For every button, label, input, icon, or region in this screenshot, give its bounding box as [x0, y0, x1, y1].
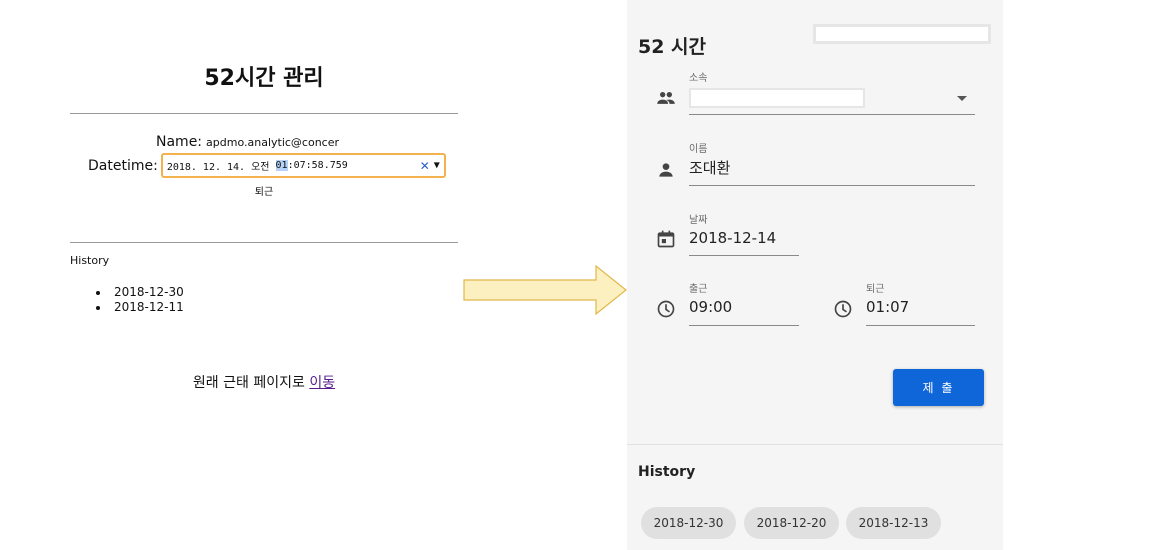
old-attendance-page: 52시간 관리 Name: apdmo.analytic@concer Datet… [0, 0, 530, 550]
group-select[interactable] [689, 88, 865, 108]
leave-button-label[interactable]: 퇴근 [70, 183, 458, 198]
divider [627, 444, 1003, 445]
top-text-field[interactable] [813, 24, 991, 44]
old-page-title: 52시간 관리 [204, 66, 324, 91]
end-time-underline [866, 325, 975, 326]
date-value: 2018-12-14 [689, 229, 777, 247]
clear-icon[interactable]: ✕ [420, 159, 430, 173]
datetime-row: Datetime: 2018. 12. 14. 오전 01:07:58.759 … [88, 153, 446, 178]
name-row: Name: apdmo.analytic@concer [156, 134, 339, 150]
dropdown-arrow-icon[interactable]: ▼ [434, 160, 440, 171]
name-label: 이름 [689, 144, 708, 155]
clock-icon [657, 300, 675, 318]
move-to-original-row: 원래 근태 페이지로 이동 [70, 372, 458, 392]
name-value: 조대환 [689, 159, 731, 177]
date-underline [689, 255, 799, 256]
name-value: apdmo.analytic@concer [206, 136, 340, 149]
history-list: 2018-12-30 2018-12-11 [96, 285, 184, 315]
right-arrow-icon [463, 264, 627, 316]
list-item: 2018-12-30 [96, 285, 184, 300]
people-icon [657, 92, 675, 104]
name-underline [689, 185, 975, 186]
name-label: Name: [156, 134, 203, 150]
datetime-value-date: 2018. 12. 14. 오전 [166, 162, 276, 173]
history-chip[interactable]: 2018-12-30 [641, 507, 736, 539]
history-chip[interactable]: 2018-12-20 [744, 507, 839, 539]
start-time-label: 출근 [689, 284, 708, 295]
chevron-down-icon[interactable] [957, 96, 967, 101]
divider [70, 242, 458, 243]
date-label: 날짜 [689, 215, 708, 226]
datetime-value-hour-selected[interactable]: 01 [275, 160, 288, 171]
datetime-value-rest: :07:58.759 [287, 160, 348, 171]
move-text: 원래 근태 페이지로 [192, 375, 310, 391]
datetime-input[interactable]: 2018. 12. 14. 오전 01:07:58.759 ✕ ▼ [160, 153, 446, 178]
move-link[interactable]: 이동 [309, 375, 335, 391]
history-chip[interactable]: 2018-12-13 [846, 507, 941, 539]
new-page-title: 52 시간 [638, 36, 707, 58]
submit-button[interactable]: 제 출 [893, 369, 984, 406]
history-title: History [638, 464, 696, 480]
new-attendance-page: 52 시간 소속 이름 조대환 날짜 2018-12-14 출근 09:00 퇴… [627, 0, 1003, 550]
end-time-value: 01:07 [866, 298, 910, 316]
start-time-value: 09:00 [689, 298, 733, 316]
list-item: 2018-12-11 [96, 300, 184, 315]
calendar-icon [657, 230, 675, 248]
clock-icon [834, 300, 852, 318]
datetime-label: Datetime: [88, 157, 158, 174]
group-underline [689, 114, 975, 115]
end-time-label: 퇴근 [866, 284, 885, 295]
person-icon [659, 163, 673, 177]
divider [70, 113, 458, 114]
start-time-underline [689, 325, 799, 326]
group-label: 소속 [689, 73, 708, 84]
history-title: History [70, 254, 110, 267]
